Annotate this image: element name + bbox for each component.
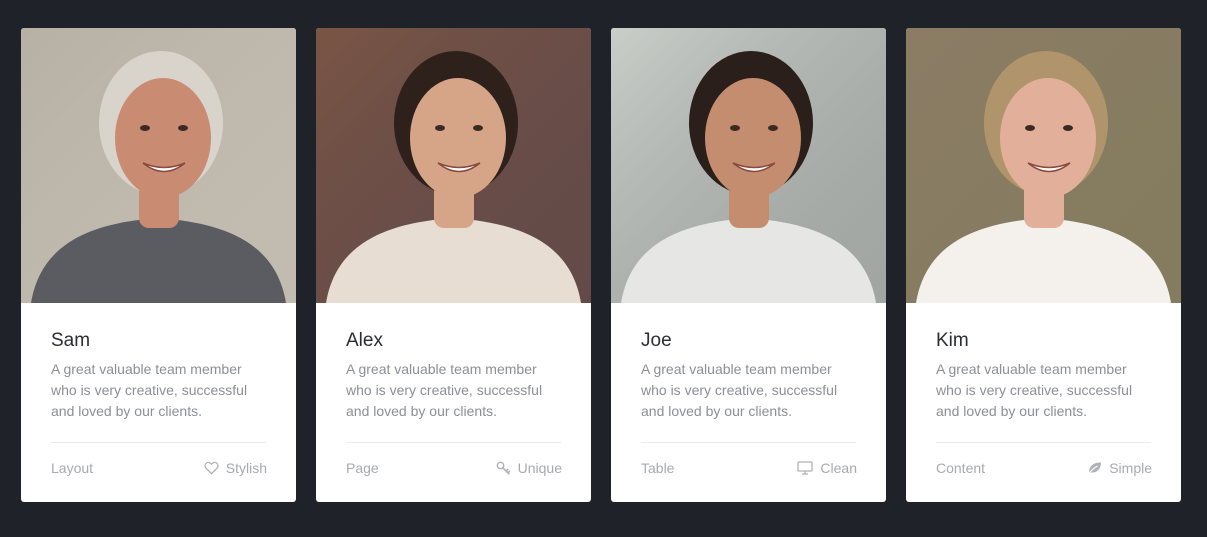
card-feature-label: Stylish: [225, 460, 267, 476]
team-card: Sam A great valuable team member who is …: [21, 28, 296, 502]
card-tag-link[interactable]: Page: [346, 458, 379, 478]
team-card: Alex A great valuable team member who is…: [316, 28, 591, 502]
monitor-icon: [797, 461, 814, 475]
team-member-description: A great valuable team member who is very…: [936, 361, 1133, 419]
team-member-description: A great valuable team member who is very…: [641, 361, 838, 419]
team-grid: Sam A great valuable team member who is …: [21, 28, 1181, 502]
card-footer: Page Unique: [346, 458, 562, 478]
team-member-name: Joe: [641, 330, 672, 351]
card-feature-link[interactable]: Simple: [1087, 458, 1152, 478]
heart-icon: [204, 461, 219, 475]
team-member-description: A great valuable team member who is very…: [346, 361, 543, 419]
card-divider: [346, 442, 561, 443]
card-footer: Content Simple: [936, 458, 1152, 478]
team-member-photo: [611, 28, 886, 303]
card-feature-label: Simple: [1109, 460, 1152, 476]
card-tag-link[interactable]: Table: [641, 458, 674, 478]
card-tag-link[interactable]: Content: [936, 458, 985, 478]
key-icon: [496, 461, 511, 475]
card-footer: Table Clean: [641, 458, 857, 478]
card-tag-link[interactable]: Layout: [51, 458, 93, 478]
card-feature-link[interactable]: Clean: [797, 458, 857, 478]
team-member-name: Alex: [346, 330, 383, 351]
card-divider: [936, 442, 1151, 443]
team-member-name: Kim: [936, 330, 969, 351]
team-card: Kim A great valuable team member who is …: [906, 28, 1181, 502]
card-feature-link[interactable]: Stylish: [204, 458, 267, 478]
team-member-description: A great valuable team member who is very…: [51, 361, 248, 419]
team-member-photo: [21, 28, 296, 303]
leaf-icon: [1087, 461, 1102, 475]
card-feature-label: Unique: [517, 460, 562, 476]
team-member-photo: [316, 28, 591, 303]
team-member-photo: [906, 28, 1181, 303]
card-divider: [51, 442, 266, 443]
card-feature-label: Clean: [820, 460, 857, 476]
team-member-name: Sam: [51, 330, 91, 351]
team-card: Joe A great valuable team member who is …: [611, 28, 886, 502]
card-feature-link[interactable]: Unique: [496, 458, 562, 478]
card-divider: [641, 442, 856, 443]
card-footer: Layout Stylish: [51, 458, 267, 478]
